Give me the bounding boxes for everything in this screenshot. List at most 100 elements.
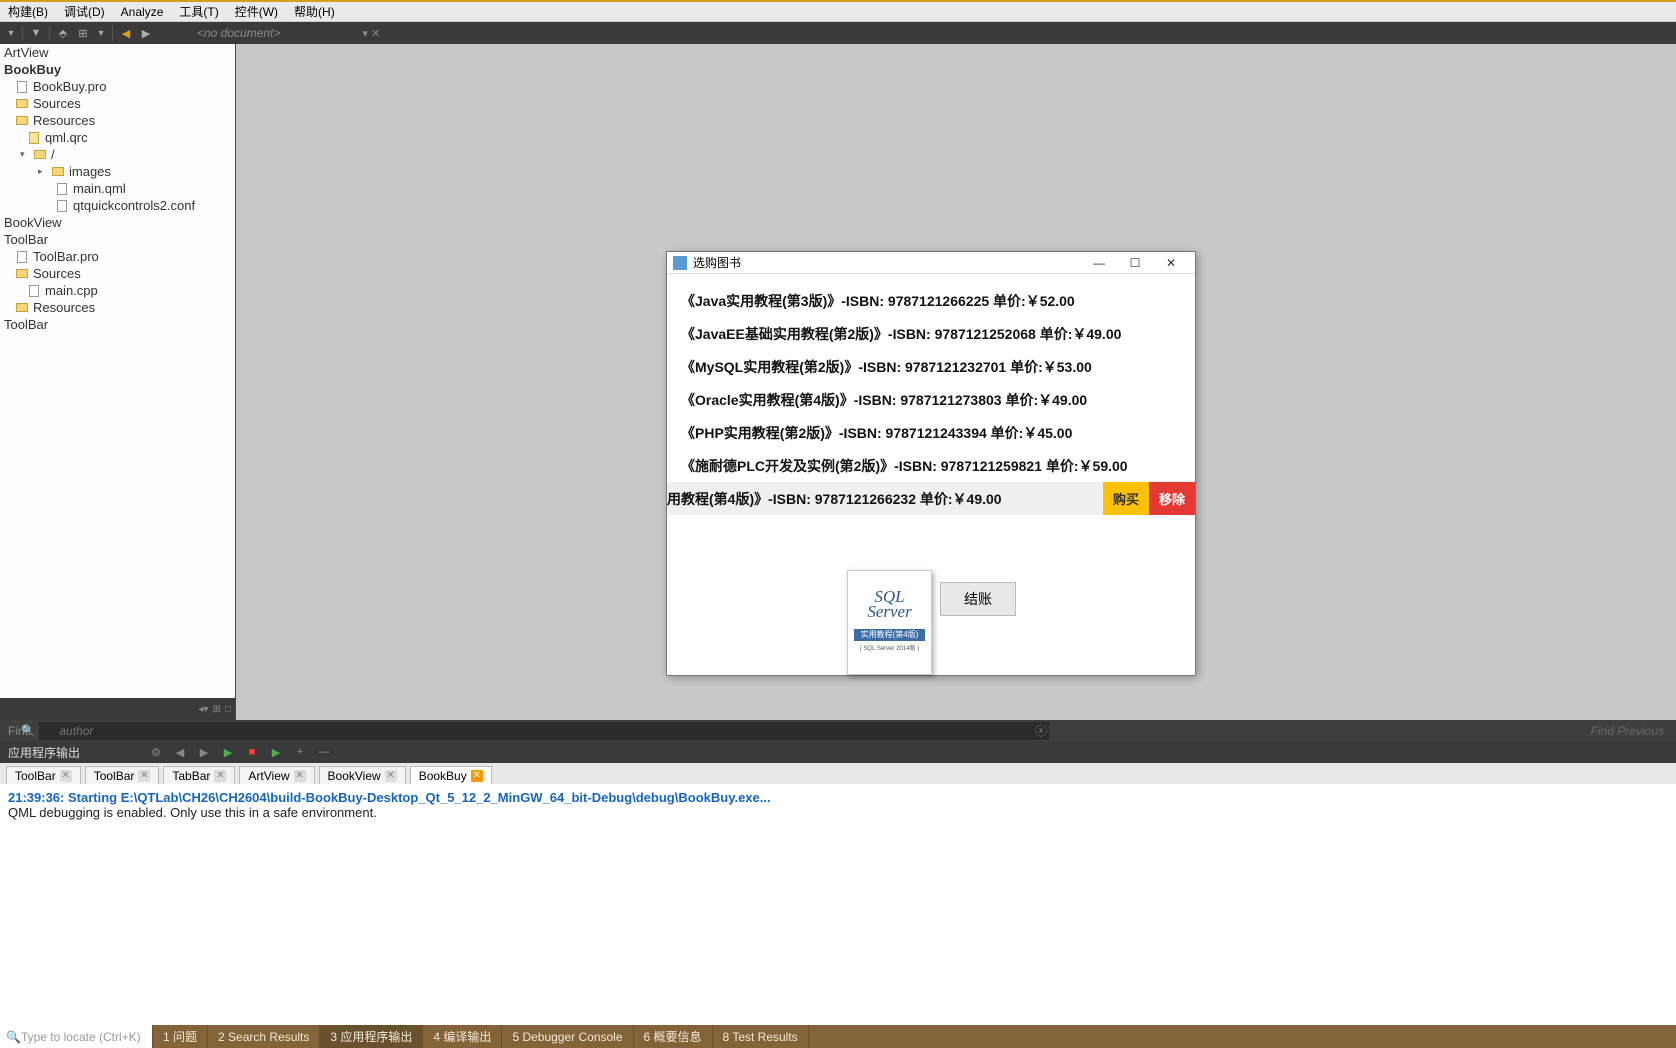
project-bookbuy[interactable]: BookBuy	[0, 61, 235, 78]
book-row[interactable]: 《MySQL实用教程(第2版)》-ISBN: 9787121232701 单价:…	[667, 350, 1195, 383]
menu-widgets[interactable]: 控件(W)	[227, 0, 286, 23]
menu-analyze[interactable]: Analyze	[113, 2, 172, 22]
dropdown2-icon[interactable]: ▾	[94, 24, 108, 42]
minus-icon[interactable]: —	[316, 744, 332, 760]
back-icon[interactable]: ◀	[117, 24, 135, 42]
console-line: QML debugging is enabled. Only use this …	[8, 805, 1668, 820]
settings-icon[interactable]: ⚙	[148, 744, 164, 760]
file-main-qml[interactable]: main.qml	[0, 180, 235, 197]
collapse-icon[interactable]: ◂▾	[199, 704, 209, 715]
run2-icon[interactable]: ▶	[268, 744, 284, 760]
output-tab-active[interactable]: BookBuy✕	[410, 766, 492, 784]
plus-icon[interactable]: +	[292, 744, 308, 760]
split-icon[interactable]: ⊞	[74, 24, 92, 42]
close-doc-icon[interactable]: ▾ ✕	[362, 27, 380, 40]
find-label: Find	[0, 724, 39, 738]
output-tab[interactable]: ToolBar✕	[85, 766, 160, 784]
project-toolbar[interactable]: ToolBar	[0, 231, 235, 248]
clear-icon[interactable]: ⓧ	[1035, 722, 1047, 739]
run-icon[interactable]: ▶	[220, 744, 236, 760]
cover-sub: ( SQL Server 2014版 )	[854, 643, 925, 652]
status-debugger[interactable]: 5 Debugger Console	[502, 1025, 633, 1048]
cover-band: 实用教程(第4版)	[854, 629, 925, 641]
close-icon[interactable]: ✕	[1153, 253, 1189, 273]
status-search[interactable]: 2 Search Results	[208, 1025, 320, 1048]
folder-slash[interactable]: ▾/	[0, 146, 235, 163]
project-toolbar2[interactable]: ToolBar	[0, 316, 235, 333]
menu-debug[interactable]: 调试(D)	[56, 0, 113, 23]
tab-close-icon[interactable]: ✕	[214, 770, 226, 782]
menu-help[interactable]: 帮助(H)	[286, 0, 343, 23]
checkout-button[interactable]: 结账	[940, 582, 1016, 616]
file-main-cpp[interactable]: main.cpp	[0, 282, 235, 299]
book-row-selected[interactable]: 用教程(第4版)》-ISBN: 9787121266232 单价:￥49.00 …	[667, 482, 1195, 515]
output-tab[interactable]: BookView✕	[319, 766, 406, 784]
menu-build[interactable]: 构建(B)	[0, 0, 56, 23]
no-document-label: <no document>	[197, 26, 280, 40]
tab-close-icon[interactable]: ✕	[385, 770, 397, 782]
output-tab[interactable]: ToolBar✕	[6, 766, 81, 784]
folder-resources2[interactable]: Resources	[0, 299, 235, 316]
menubar: 构建(B) 调试(D) Analyze 工具(T) 控件(W) 帮助(H)	[0, 2, 1676, 22]
locator-input[interactable]: 🔍 Type to locate (Ctrl+K)	[0, 1025, 153, 1048]
folder-sources[interactable]: Sources	[0, 95, 235, 112]
book-row[interactable]: 《PHP实用教程(第2版)》-ISBN: 9787121243394 单价:￥4…	[667, 416, 1195, 449]
status-tests[interactable]: 8 Test Results	[713, 1025, 809, 1048]
book-dialog: 选购图书 — ☐ ✕ 《Java实用教程(第3版)》-ISBN: 9787121…	[666, 251, 1196, 676]
tab-close-icon[interactable]: ✕	[60, 770, 72, 782]
book-row[interactable]: 《施耐德PLC开发及实例(第2版)》-ISBN: 9787121259821 单…	[667, 449, 1195, 482]
folder-sources2[interactable]: Sources	[0, 265, 235, 282]
book-cover: SQL Server 实用教程(第4版) ( SQL Server 2014版 …	[847, 570, 932, 675]
project-artview[interactable]: ArtView	[0, 44, 235, 61]
link-icon[interactable]: ⬘	[54, 24, 72, 42]
output-tab[interactable]: ArtView✕	[239, 766, 314, 784]
cover-title: SQL Server	[848, 589, 931, 619]
status-bar: 🔍 Type to locate (Ctrl+K) 1 问题 2 Search …	[0, 1025, 1676, 1048]
output-tabs: ToolBar✕ ToolBar✕ TabBar✕ ArtView✕ BookV…	[0, 763, 1676, 784]
status-summary[interactable]: 6 概要信息	[634, 1025, 713, 1048]
output-header: 应用程序输出 ⚙ ◀ ▶ ▶ ■ ▶ + —	[0, 741, 1676, 763]
filter-icon[interactable]: ▼	[27, 24, 45, 42]
project-sidebar: ArtView BookBuy BookBuy.pro Sources Reso…	[0, 44, 236, 720]
console-line: 21:39:36: Starting E:\QTLab\CH26\CH2604\…	[8, 790, 1668, 805]
status-compile[interactable]: 4 编译输出	[423, 1025, 502, 1048]
find-bar: Find 🔍 ⓧ Find Previous	[0, 720, 1676, 741]
file-toolbar-pro[interactable]: ToolBar.pro	[0, 248, 235, 265]
book-row[interactable]: 《Oracle实用教程(第4版)》-ISBN: 9787121273803 单价…	[667, 383, 1195, 416]
tab-close-icon[interactable]: ✕	[138, 770, 150, 782]
status-app-output[interactable]: 3 应用程序输出	[320, 1025, 423, 1048]
book-row[interactable]: 《Java实用教程(第3版)》-ISBN: 9787121266225 单价:￥…	[667, 284, 1195, 317]
stop-icon[interactable]: ■	[244, 744, 260, 760]
status-issues[interactable]: 1 问题	[153, 1025, 208, 1048]
remove-button[interactable]: 移除	[1149, 482, 1195, 515]
console-output[interactable]: 21:39:36: Starting E:\QTLab\CH26\CH2604\…	[0, 784, 1676, 1025]
prev-icon[interactable]: ◀	[172, 744, 188, 760]
tab-close-icon[interactable]: ✕	[294, 770, 306, 782]
layout-icon[interactable]: ⊞	[213, 704, 221, 715]
dialog-titlebar[interactable]: 选购图书 — ☐ ✕	[667, 252, 1195, 274]
output-tab[interactable]: TabBar✕	[163, 766, 235, 784]
tab-close-icon[interactable]: ✕	[471, 770, 483, 782]
file-qtquick-conf[interactable]: qtquickcontrols2.conf	[0, 197, 235, 214]
find-previous[interactable]: Find Previous	[1047, 724, 1676, 738]
dialog-title: 选购图书	[693, 254, 741, 271]
forward-icon[interactable]: ▶	[137, 24, 155, 42]
editor-toolbar: ▾ ▼ ⬘ ⊞ ▾ ◀ ▶ <no document> ▾ ✕	[0, 22, 1676, 44]
buy-button[interactable]: 购买	[1103, 482, 1149, 515]
find-input[interactable]	[39, 722, 1049, 740]
maximize-icon[interactable]: ☐	[1117, 253, 1153, 273]
menu-tools[interactable]: 工具(T)	[171, 0, 226, 23]
app-icon	[673, 256, 687, 270]
output-title: 应用程序输出	[8, 744, 80, 761]
next-icon[interactable]: ▶	[196, 744, 212, 760]
file-qml-qrc[interactable]: qml.qrc	[0, 129, 235, 146]
folder-resources[interactable]: Resources	[0, 112, 235, 129]
dropdown-icon[interactable]: ▾	[4, 24, 18, 42]
folder-images[interactable]: ▸images	[0, 163, 235, 180]
project-bookview[interactable]: BookView	[0, 214, 235, 231]
square-icon[interactable]: □	[225, 704, 231, 715]
minimize-icon[interactable]: —	[1081, 253, 1117, 273]
file-bookbuy-pro[interactable]: BookBuy.pro	[0, 78, 235, 95]
book-row[interactable]: 《JavaEE基础实用教程(第2版)》-ISBN: 9787121252068 …	[667, 317, 1195, 350]
editor-area: definition ion definition file system to…	[236, 44, 1676, 720]
